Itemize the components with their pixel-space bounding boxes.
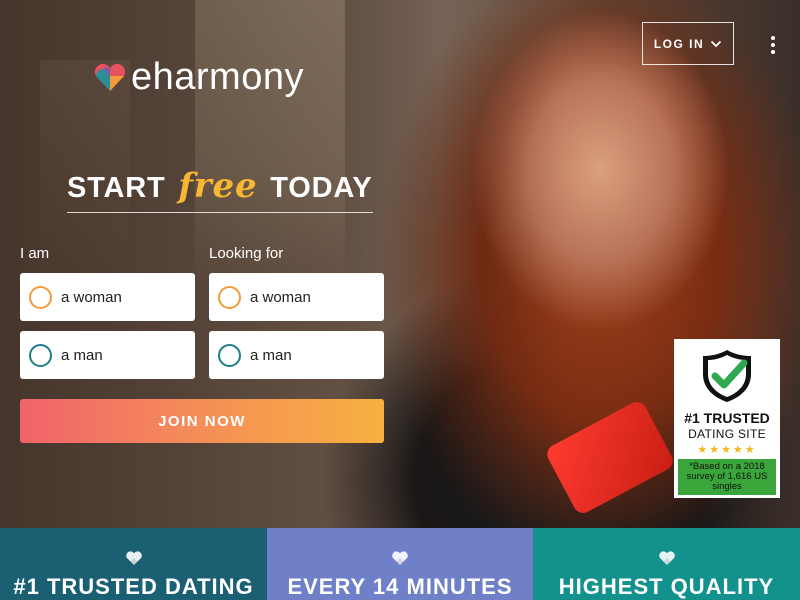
kebab-dot xyxy=(771,36,775,40)
page-headline: START free TODAY xyxy=(67,166,373,213)
radio-button[interactable] xyxy=(29,343,52,367)
headline-today: TODAY xyxy=(270,172,373,204)
brand-logo[interactable]: eharmony xyxy=(93,58,304,96)
heart-icon xyxy=(658,551,675,566)
tile-text: HIGHEST QUALITY xyxy=(558,574,775,599)
join-label: JOIN NOW xyxy=(158,412,246,430)
kebab-dot xyxy=(771,50,775,54)
tile-text: #1 TRUSTED DATING xyxy=(13,574,254,599)
looking-for-woman-option[interactable]: a woman xyxy=(209,273,384,321)
radio-button[interactable] xyxy=(218,285,241,309)
badge-stars: ★★★★★ xyxy=(697,444,757,456)
tile-text: EVERY 14 MINUTES xyxy=(287,574,513,599)
radio-button[interactable] xyxy=(29,285,52,309)
heart-icon xyxy=(392,551,408,566)
kebab-dot xyxy=(771,43,775,47)
feature-tile-trusted: #1 TRUSTED DATING xyxy=(0,528,267,600)
badge-note: *Based on a 2018 survey of 1,616 US sing… xyxy=(678,459,776,495)
login-button[interactable]: LOG IN xyxy=(642,22,734,65)
looking-for-label: Looking for xyxy=(209,245,284,262)
kebab-menu-icon[interactable] xyxy=(762,34,784,56)
feature-tile-quality: HIGHEST QUALITY xyxy=(533,528,800,600)
chevron-down-icon xyxy=(711,40,722,47)
heart-logo-icon xyxy=(94,63,126,91)
brand-name: eharmony xyxy=(131,56,304,98)
headline-free: free xyxy=(178,166,258,206)
radio-button[interactable] xyxy=(218,343,241,367)
i-am-label: I am xyxy=(20,245,50,262)
feature-tile-minutes: EVERY 14 MINUTES xyxy=(267,528,533,600)
trust-badge: #1 TRUSTED DATING SITE ★★★★★ *Based on a… xyxy=(674,339,780,498)
headline-start: START xyxy=(67,172,166,204)
badge-subtitle: DATING SITE xyxy=(688,427,766,441)
looking-for-man-option[interactable]: a man xyxy=(209,331,384,379)
option-label: a man xyxy=(61,346,103,364)
option-label: a woman xyxy=(61,288,122,306)
i-am-woman-option[interactable]: a woman xyxy=(20,273,195,321)
login-label: LOG IN xyxy=(653,36,705,51)
join-now-button[interactable]: JOIN NOW xyxy=(20,399,384,443)
heart-icon xyxy=(125,551,142,566)
option-label: a man xyxy=(250,346,292,364)
shield-check-icon xyxy=(703,350,751,402)
i-am-man-option[interactable]: a man xyxy=(20,331,195,379)
option-label: a woman xyxy=(250,288,311,306)
badge-title: #1 TRUSTED xyxy=(684,410,770,426)
